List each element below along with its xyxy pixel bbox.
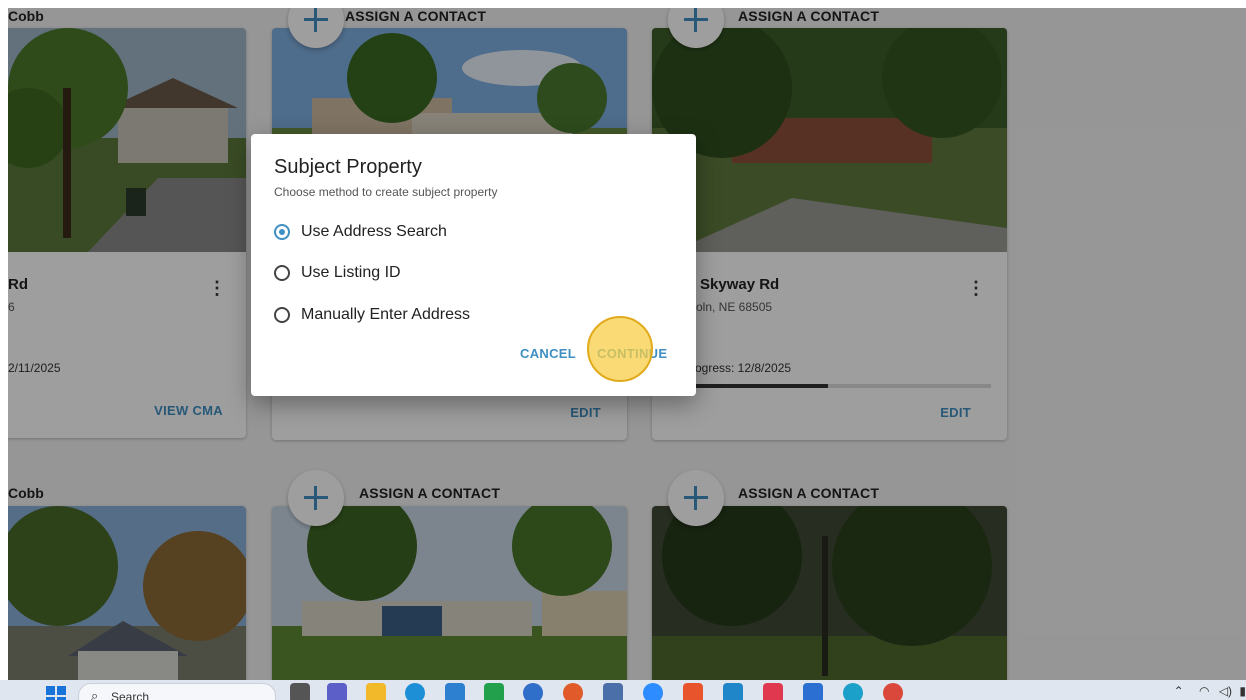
zoom-icon[interactable] xyxy=(643,683,663,700)
option-manual-address[interactable]: Manually Enter Address xyxy=(274,306,470,324)
teams-icon[interactable] xyxy=(327,683,347,700)
cancel-button[interactable]: CANCEL xyxy=(520,346,576,361)
window-top-edge xyxy=(0,0,1246,8)
chrome-profile-icon[interactable] xyxy=(883,683,903,700)
search-icon: ⌕ xyxy=(91,688,99,700)
task-view-icon[interactable] xyxy=(290,683,310,700)
edge-icon[interactable] xyxy=(405,683,425,700)
radio-unselected-icon[interactable] xyxy=(274,265,290,281)
chevron-up-icon[interactable]: ⌃ xyxy=(1174,684,1184,698)
radio-selected-icon[interactable] xyxy=(274,224,290,240)
option-listing-id[interactable]: Use Listing ID xyxy=(274,264,401,282)
app-s-icon[interactable] xyxy=(683,683,703,700)
app-c-icon[interactable] xyxy=(843,683,863,700)
battery-icon[interactable]: ▮ xyxy=(1239,684,1246,698)
system-tray[interactable]: ⌃ ◠ ◁) ▮ xyxy=(1174,684,1246,698)
calculator-icon[interactable] xyxy=(603,683,623,700)
taskbar-search-box[interactable]: ⌕ Search xyxy=(78,683,276,700)
dialog-title: Subject Property xyxy=(274,156,422,178)
app-p-icon[interactable] xyxy=(723,683,743,700)
store-icon[interactable] xyxy=(445,683,465,700)
app-blue-icon[interactable] xyxy=(803,683,823,700)
option-label: Manually Enter Address xyxy=(301,306,470,323)
taskbar: ⌕ Search ⌃ ◠ ◁) ▮ xyxy=(0,680,1246,700)
wifi-icon[interactable]: ◠ xyxy=(1199,684,1209,698)
app-red-icon[interactable] xyxy=(763,683,783,700)
option-address-search[interactable]: Use Address Search xyxy=(274,223,447,241)
volume-icon[interactable]: ◁) xyxy=(1219,684,1232,698)
click-highlight-indicator xyxy=(587,316,653,382)
people-icon[interactable] xyxy=(523,683,543,700)
chrome-icon[interactable] xyxy=(563,683,583,700)
file-explorer-icon[interactable] xyxy=(366,683,386,700)
taskbar-search-label: Search xyxy=(111,690,150,700)
dialog-subtitle: Choose method to create subject property xyxy=(274,185,498,199)
window-left-edge xyxy=(0,0,8,700)
radio-unselected-icon[interactable] xyxy=(274,307,290,323)
excel-icon[interactable] xyxy=(484,683,504,700)
windows-start-icon[interactable] xyxy=(46,686,66,700)
option-label: Use Listing ID xyxy=(301,264,401,281)
option-label: Use Address Search xyxy=(301,223,447,240)
